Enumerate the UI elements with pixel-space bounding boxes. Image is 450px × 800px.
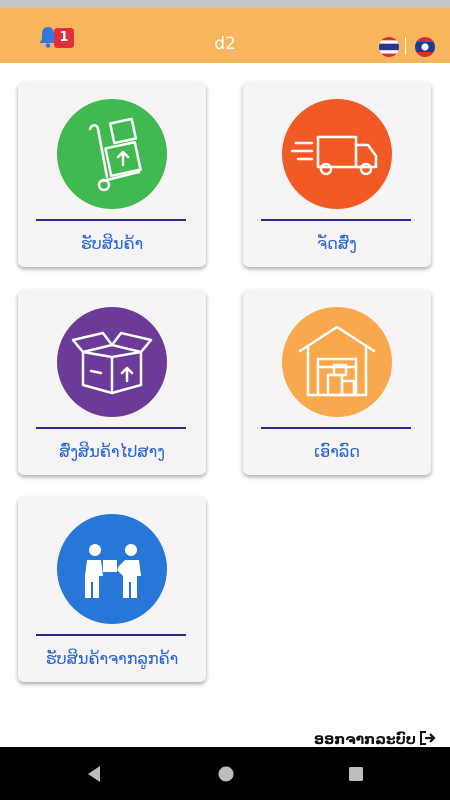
top-app-bar: 1 d2 [0,8,450,63]
open-box-icon [57,307,167,417]
card-divider [36,427,186,429]
menu-card-label: ເອົາລົດ [314,442,360,461]
system-navigation-bar [0,747,450,800]
back-icon[interactable] [85,764,105,784]
menu-card-send-to-warehouse[interactable]: ສົ່ງສິນຄ້າໄປສາງ [18,290,206,475]
menu-card-receive-from-customer[interactable]: ຮັບສິນຄ້າຈາກລູກຄ້າ [18,497,206,682]
home-icon[interactable] [216,764,236,784]
menu-card-label: ຮັບສິນຄ້າຈາກລູກຄ້າ [45,649,179,668]
lao-flag-icon[interactable] [415,37,435,57]
logout-label: ອອກຈາກລະບົບ [313,732,416,748]
delivery-truck-icon [282,99,392,209]
menu-card-label: ຈັດສົ່ງ [317,234,357,253]
card-divider [261,219,411,221]
menu-card-label: ສົ່ງສິນຄ້າໄປສາງ [59,442,165,461]
menu-card-receive-goods[interactable]: ຮັບສິນຄ້າ [18,82,206,267]
flag-divider [405,37,406,55]
menu-card-label: ຮັບສິນຄ້າ [80,234,144,253]
status-bar [0,0,450,8]
hand-truck-icon [57,99,167,209]
menu-card-delivery[interactable]: ຈັດສົ່ງ [243,82,431,267]
card-divider [261,427,411,429]
card-divider [36,219,186,221]
menu-card-take-vehicle[interactable]: ເອົາລົດ [243,290,431,475]
card-divider [36,634,186,636]
thai-flag-icon[interactable] [379,37,399,57]
warehouse-icon [282,307,392,417]
recent-apps-icon[interactable] [346,764,366,784]
hand-over-package-icon [57,514,167,624]
